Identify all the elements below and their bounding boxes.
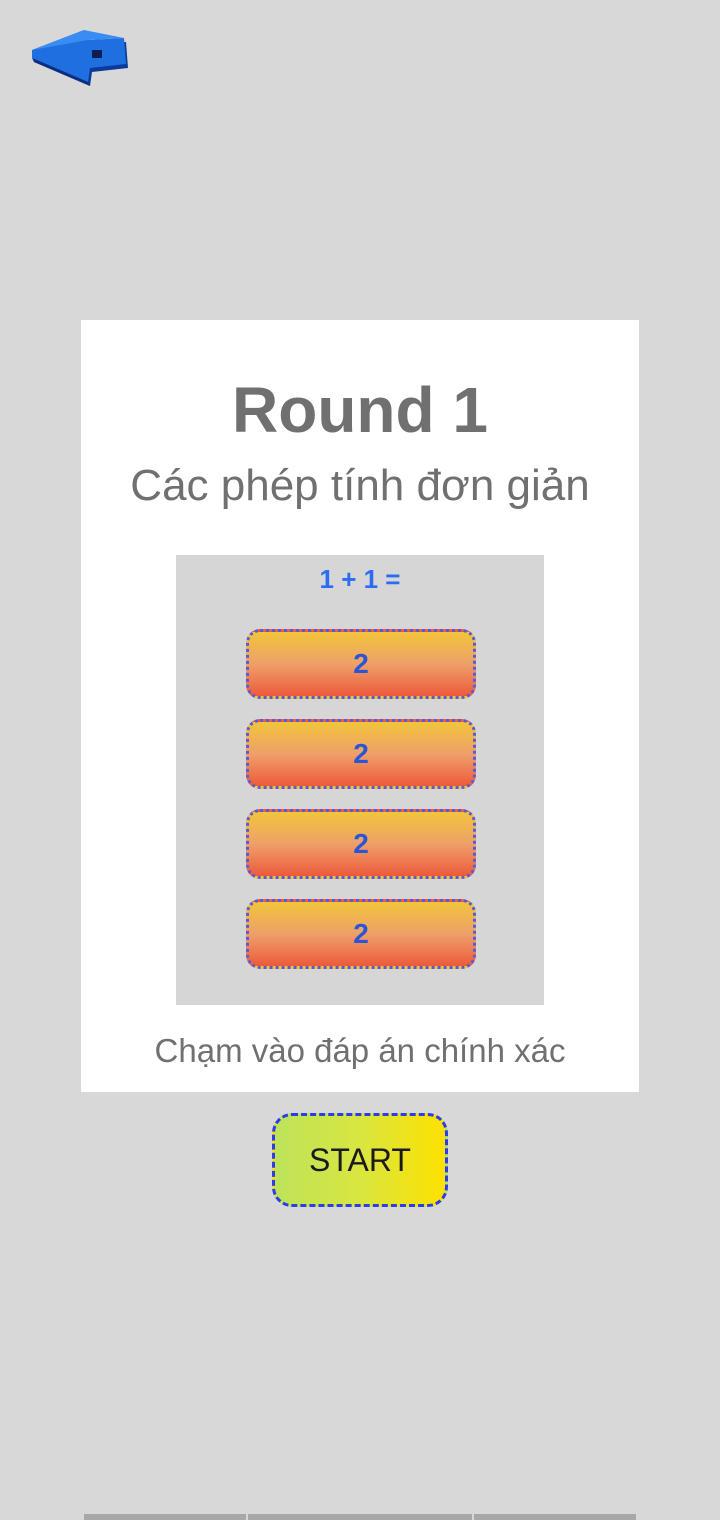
instruction-text: Chạm vào đáp án chính xác — [154, 1032, 566, 1069]
bottom-divider — [474, 1514, 636, 1520]
preview-question: 1 + 1 = — [319, 564, 401, 594]
example-preview-image: 1 + 1 = 2 2 2 2 — [176, 555, 544, 1005]
preview-answer-option: 2 — [246, 629, 476, 699]
start-button[interactable]: START — [272, 1113, 448, 1207]
round-subtitle: Các phép tính đơn giản — [130, 461, 590, 510]
back-button[interactable] — [30, 28, 130, 90]
round-title: Round 1 — [232, 374, 488, 446]
preview-answer-option: 2 — [246, 809, 476, 879]
bottom-divider — [84, 1514, 246, 1520]
bottom-divider — [248, 1514, 472, 1520]
preview-answer-option: 2 — [246, 719, 476, 789]
back-arrow-icon — [32, 30, 128, 86]
preview-answer-option: 2 — [246, 899, 476, 969]
